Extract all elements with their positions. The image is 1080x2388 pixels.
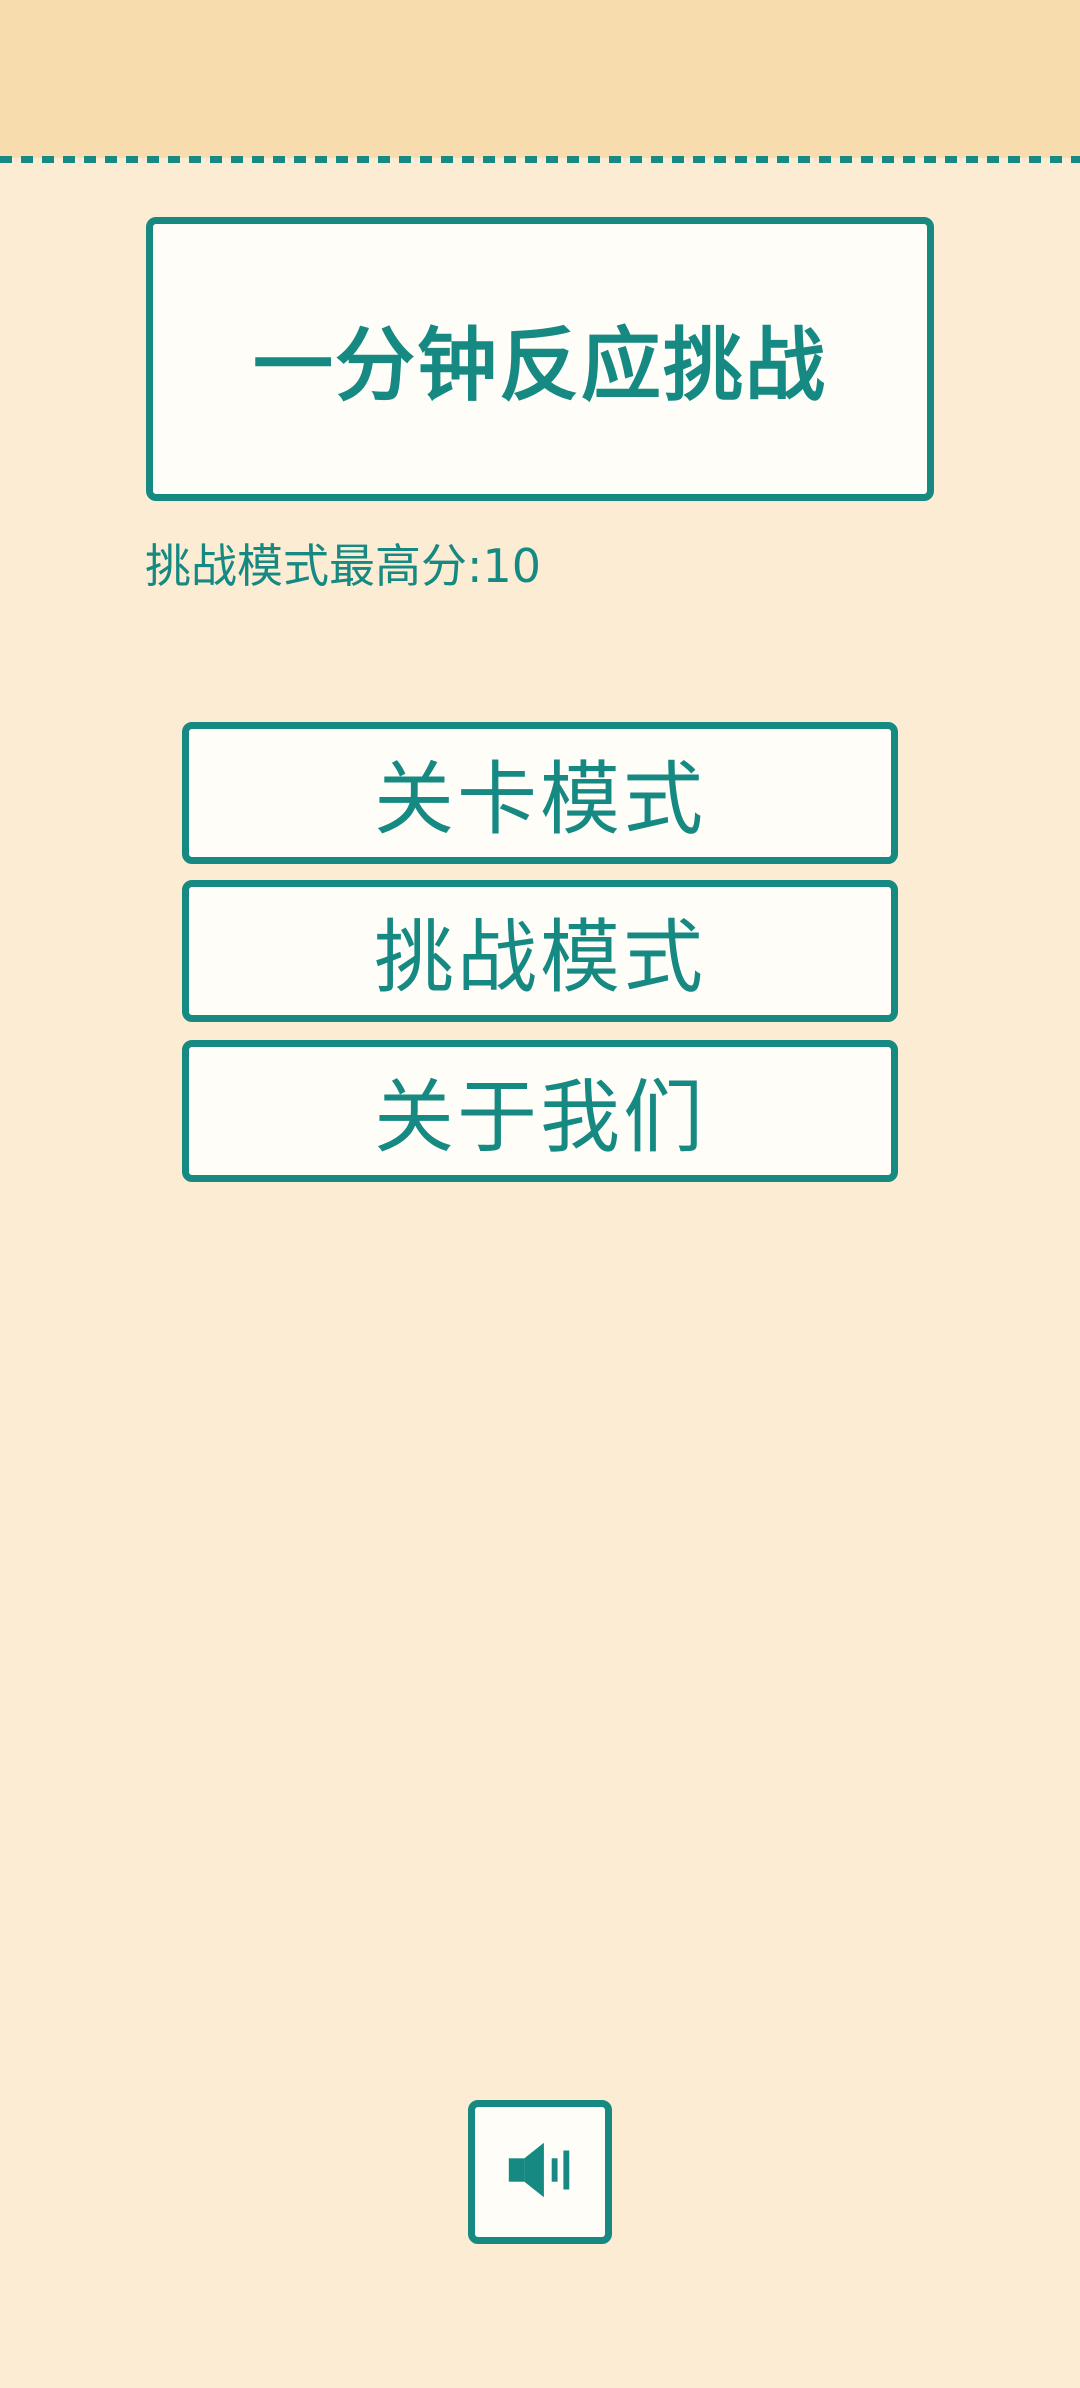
level-mode-label: 关卡模式 bbox=[374, 753, 706, 846]
challenge-mode-button[interactable]: 挑战模式 bbox=[182, 880, 898, 1022]
speaker-icon bbox=[501, 2131, 579, 2213]
dashed-divider bbox=[0, 156, 1080, 163]
game-title: 一分钟反应挑战 bbox=[253, 319, 827, 412]
about-us-label: 关于我们 bbox=[374, 1071, 706, 1164]
level-mode-button[interactable]: 关卡模式 bbox=[182, 722, 898, 864]
top-band bbox=[0, 0, 1080, 158]
title-panel: 一分钟反应挑战 bbox=[146, 217, 934, 501]
about-us-button[interactable]: 关于我们 bbox=[182, 1040, 898, 1182]
sound-toggle-button[interactable] bbox=[468, 2100, 612, 2244]
challenge-mode-label: 挑战模式 bbox=[374, 911, 706, 1004]
high-score-label: 挑战模式最高分:10 bbox=[145, 539, 542, 593]
